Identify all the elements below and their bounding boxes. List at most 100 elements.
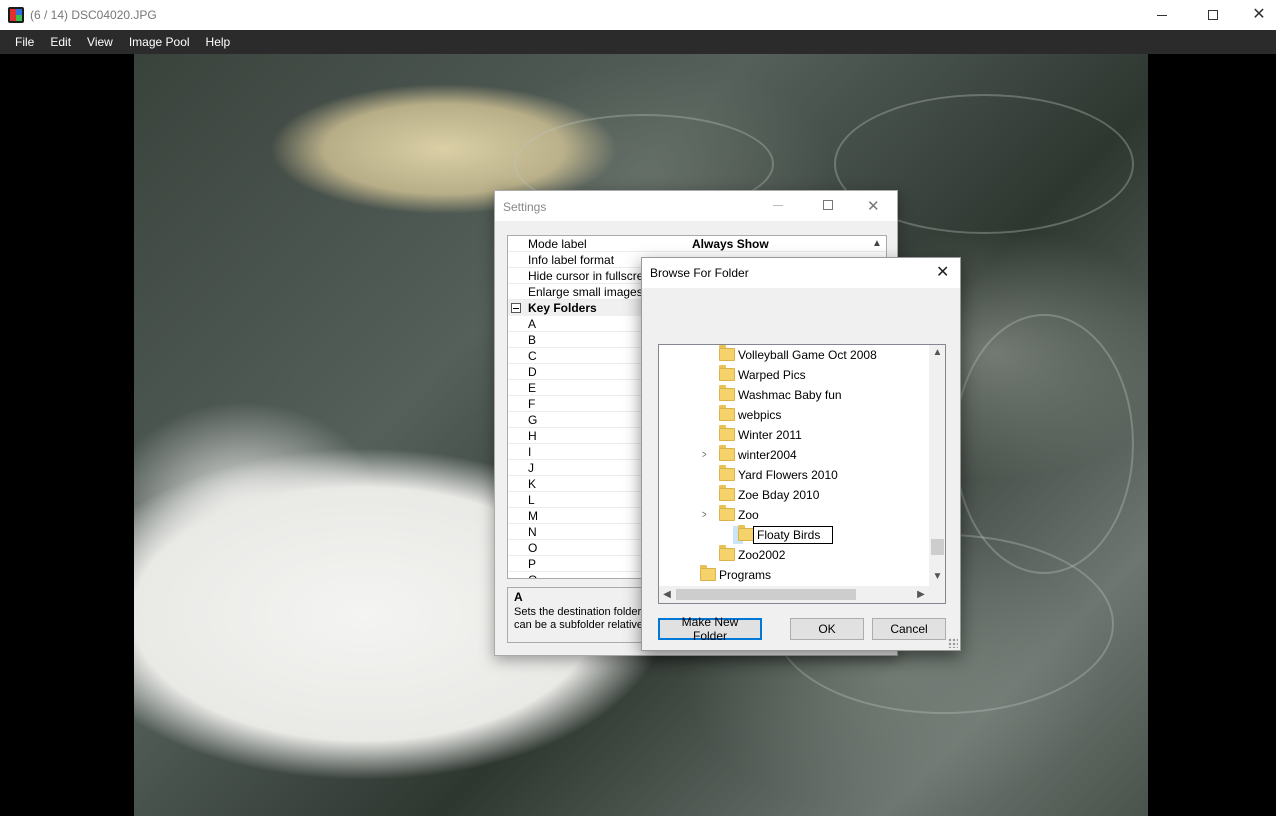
- tree-item[interactable]: Zoo2002: [659, 545, 929, 565]
- tree-item-label: Zoo: [738, 508, 759, 522]
- key-label: I: [528, 445, 532, 459]
- rename-folder-input[interactable]: [753, 526, 833, 544]
- key-label: M: [528, 509, 538, 523]
- key-label: B: [528, 333, 537, 347]
- menu-help[interactable]: Help: [198, 30, 239, 54]
- chevron-right-icon[interactable]: ▶: [913, 586, 929, 603]
- tree-item[interactable]: Washmac Baby fun: [659, 385, 929, 405]
- menu-bar: File Edit View Image Pool Help: [0, 30, 1276, 54]
- chevron-down-icon[interactable]: ▼: [929, 569, 945, 585]
- settings-title-bar: Settings ✕: [495, 191, 897, 221]
- folder-icon: [719, 365, 735, 381]
- key-label: N: [528, 525, 537, 539]
- scrollbar-thumb[interactable]: [931, 539, 944, 555]
- key-label: F: [528, 397, 536, 411]
- tree-item-editing[interactable]: [659, 525, 929, 545]
- description-title: A: [514, 590, 523, 604]
- maximize-icon: [1208, 10, 1218, 20]
- tree-item[interactable]: webpics: [659, 405, 929, 425]
- horizontal-scrollbar[interactable]: ◀ ▶: [659, 586, 929, 603]
- tree-item[interactable]: Winter 2011: [659, 425, 929, 445]
- prop-value: Always Show: [692, 237, 769, 251]
- key-label: L: [528, 493, 535, 507]
- minimize-button[interactable]: [1139, 0, 1185, 30]
- key-label: C: [528, 349, 537, 363]
- collapse-icon[interactable]: [511, 303, 521, 313]
- folder-icon: [719, 445, 735, 461]
- menu-image-pool[interactable]: Image Pool: [121, 30, 198, 54]
- dialog-title-bar: Browse For Folder ✕: [642, 258, 960, 288]
- key-label: D: [528, 365, 537, 379]
- folder-icon: [700, 565, 716, 581]
- key-label: H: [528, 429, 537, 443]
- folder-tree[interactable]: Volleyball Game Oct 2008 Warped Pics Was…: [658, 344, 946, 604]
- key-label: G: [528, 413, 538, 427]
- water-ripple: [954, 314, 1134, 574]
- menu-file[interactable]: File: [7, 30, 42, 54]
- cancel-button[interactable]: Cancel: [872, 618, 946, 640]
- browse-for-folder-dialog: Browse For Folder ✕ Volleyball Game Oct …: [641, 257, 961, 651]
- tree-item-label: Yard Flowers 2010: [738, 468, 838, 482]
- folder-icon: [719, 385, 735, 401]
- chevron-right-icon[interactable]: >: [702, 449, 707, 461]
- tree-item-label: Zoe Bday 2010: [738, 488, 820, 502]
- prop-name: Mode label: [528, 237, 587, 251]
- folder-icon: [719, 465, 735, 481]
- menu-edit[interactable]: Edit: [42, 30, 79, 54]
- tree-item-label: Warped Pics: [738, 368, 806, 382]
- tree-item[interactable]: > Zoo: [659, 505, 929, 525]
- tree-item-label: webpics: [738, 408, 782, 422]
- tree-item-label: winter2004: [738, 448, 797, 462]
- key-label: E: [528, 381, 537, 395]
- tree-item[interactable]: Volleyball Game Oct 2008: [659, 345, 929, 365]
- tree-item-label: Programs: [719, 568, 772, 582]
- folder-icon: [719, 425, 735, 441]
- close-icon: ✕: [1252, 6, 1266, 23]
- resize-grip-icon[interactable]: [948, 638, 958, 648]
- window-title-bar: (6 / 14) DSC04020.JPG ✕: [0, 0, 1276, 30]
- prop-name: Hide cursor in fullscreen: [528, 269, 657, 283]
- tree-item[interactable]: Programs: [659, 565, 929, 585]
- folder-icon: [719, 505, 735, 521]
- settings-close-icon[interactable]: ✕: [867, 197, 880, 215]
- key-label: A: [528, 317, 537, 331]
- scrollbar-thumb[interactable]: [676, 589, 856, 600]
- tree-item[interactable]: Yard Flowers 2010: [659, 465, 929, 485]
- folder-icon: [719, 545, 735, 561]
- tree-item[interactable]: Warped Pics: [659, 365, 929, 385]
- app-logo-icon: [8, 7, 24, 23]
- prop-name: Enlarge small images: [528, 285, 643, 299]
- key-label: P: [528, 557, 537, 571]
- folder-icon: [719, 405, 735, 421]
- settings-minimize-icon[interactable]: [773, 205, 783, 206]
- vertical-scrollbar[interactable]: ▲ ▼: [929, 345, 945, 586]
- close-icon[interactable]: ✕: [936, 262, 949, 282]
- chevron-left-icon[interactable]: ◀: [659, 586, 675, 603]
- chevron-right-icon[interactable]: >: [702, 509, 707, 521]
- ok-button[interactable]: OK: [790, 618, 864, 640]
- key-label: K: [528, 477, 537, 491]
- chevron-up-icon[interactable]: ▲: [870, 238, 884, 252]
- tree-item-label: Zoo2002: [738, 548, 786, 562]
- menu-view[interactable]: View: [79, 30, 121, 54]
- prop-name: Info label format: [528, 253, 615, 267]
- tree-item-label: Volleyball Game Oct 2008: [738, 348, 877, 362]
- key-label: O: [528, 541, 538, 555]
- category-name: Key Folders: [528, 301, 597, 315]
- window-title: (6 / 14) DSC04020.JPG: [30, 8, 157, 22]
- make-new-folder-button[interactable]: Make New Folder: [658, 615, 762, 643]
- scrollbar-corner: [929, 586, 945, 603]
- close-button[interactable]: ✕: [1236, 0, 1276, 30]
- tree-item[interactable]: > winter2004: [659, 445, 929, 465]
- tree-item-label: Washmac Baby fun: [738, 388, 842, 402]
- prop-row-mode-label[interactable]: Mode label Always Show: [508, 236, 886, 252]
- chevron-up-icon[interactable]: ▲: [929, 345, 945, 361]
- folder-icon: [719, 345, 735, 361]
- key-label: J: [528, 461, 534, 475]
- maximize-button[interactable]: [1190, 0, 1236, 30]
- tree-item[interactable]: Zoe Bday 2010: [659, 485, 929, 505]
- tree-item-label: Winter 2011: [738, 428, 802, 442]
- folder-icon: [719, 485, 735, 501]
- key-label: Q: [528, 573, 537, 578]
- settings-maximize-icon[interactable]: [823, 200, 833, 210]
